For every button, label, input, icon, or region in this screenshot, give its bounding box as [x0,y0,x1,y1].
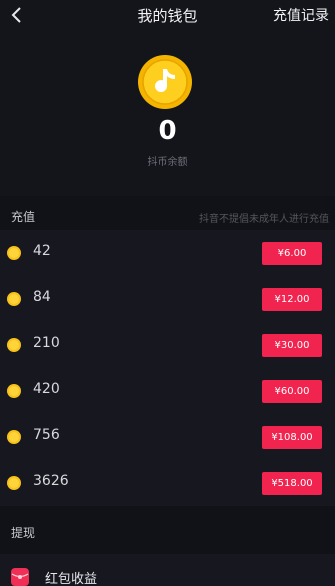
minor-recharge-notice: 抖音不提倡未成年人进行充值 [199,214,329,225]
recharge-option: 84 ¥12.00 [0,276,335,322]
nav-bar: 我的钱包 充值记录 [0,0,335,32]
coin-amount: 420 [33,381,60,397]
coin-icon [7,246,21,260]
recharge-option: 420 ¥60.00 [0,368,335,414]
coin-icon [7,476,21,490]
coin-icon [7,338,21,352]
withdraw-section-header: 提现 [0,514,335,548]
red-packet-earnings-item[interactable]: 红包收益 [0,554,335,586]
recharge-section-title: 充值 [11,210,36,224]
recharge-option: 210 ¥30.00 [0,322,335,368]
recharge-option: 42 ¥6.00 [0,230,335,276]
red-envelope-icon [11,568,29,586]
recharge-option: 756 ¥108.00 [0,414,335,460]
price-button[interactable]: ¥60.00 [262,380,322,403]
coin-amount: 756 [33,427,60,443]
coin-amount: 84 [33,289,51,305]
recharge-section-header: 充值 抖音不提倡未成年人进行充值 [0,198,335,232]
price-button[interactable]: ¥30.00 [262,334,322,357]
coin-amount: 42 [33,243,51,259]
coin-icon [7,292,21,306]
recharge-history-link[interactable]: 充值记录 [273,5,329,25]
price-button[interactable]: ¥518.00 [262,472,322,495]
price-button[interactable]: ¥108.00 [262,426,322,449]
coin-icon [7,430,21,444]
recharge-options-list: 42 ¥6.00 84 ¥12.00 210 ¥30.00 420 ¥60.00… [0,230,335,506]
recharge-option: 3626 ¥518.00 [0,460,335,506]
coin-balance-label: 抖币余额 [147,157,188,168]
douyin-coin-icon [138,55,192,109]
wallet-summary: 0 抖币余额 [0,32,335,196]
coin-balance: 0 [158,116,177,146]
coin-icon [7,384,21,398]
red-packet-earnings-label: 红包收益 [45,572,98,586]
price-button[interactable]: ¥6.00 [262,242,322,265]
coin-amount: 3626 [33,473,69,489]
coin-amount: 210 [33,335,60,351]
price-button[interactable]: ¥12.00 [262,288,322,311]
withdraw-section-title: 提现 [11,526,36,540]
